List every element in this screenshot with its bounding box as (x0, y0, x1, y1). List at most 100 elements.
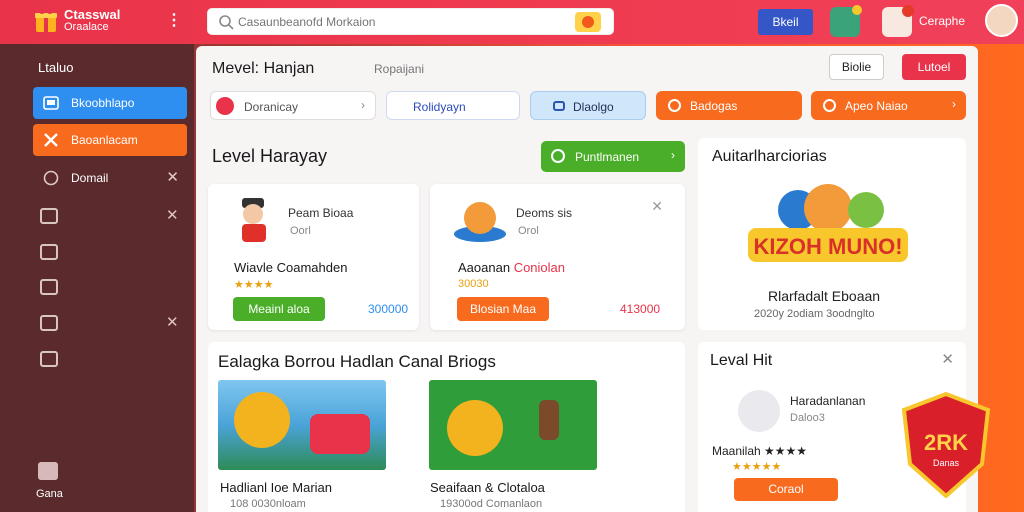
featured-name: Rlarfadalt Eboaan (768, 288, 881, 304)
section-title: Level Harayay (212, 146, 328, 166)
message-avatar[interactable] (882, 5, 914, 37)
close-icon[interactable]: ✕ (166, 168, 179, 186)
primary-button[interactable]: Lutoel (902, 54, 966, 80)
card-name: Deoms sis (516, 206, 573, 220)
rating-stars: 30030 (458, 278, 489, 290)
page-subtitle: Ropaijani (374, 62, 425, 76)
bag-icon[interactable] (40, 208, 58, 224)
card-icon[interactable] (40, 315, 58, 331)
hammer-icon[interactable]: ✕ (166, 313, 179, 331)
price: 413000 (620, 302, 661, 316)
filter-dot-icon (216, 97, 234, 115)
filter-label: Apeo Naiao (845, 99, 908, 113)
filter-label: Rolidyayn (413, 100, 466, 114)
box-icon[interactable] (40, 351, 58, 367)
featured-title: Auitarlharciorias (712, 148, 827, 165)
sidebar-item-label: Baoanlacam (71, 133, 138, 147)
kebab-menu-icon[interactable]: ⋮ (166, 10, 182, 30)
notification-badge (852, 5, 862, 15)
rating-stars: ★★★★★ (732, 461, 782, 473)
clock-icon (823, 99, 836, 112)
player-meta: Daloo3 (790, 412, 825, 424)
game-logo-art[interactable]: KIZOH MUNO! (748, 178, 908, 276)
sidebar-bottom-label: Gana (36, 488, 63, 500)
filter-chip[interactable]: Dlaolgo (530, 91, 646, 120)
page-title: Mevel: Hanjan (212, 60, 315, 77)
thumbnail-meta: 19300od Comanlaon (440, 498, 543, 510)
gift-box-logo-icon[interactable] (34, 7, 58, 33)
thumbnail-art (234, 392, 370, 454)
sidebar-item-1[interactable]: Bkoobhlapo (33, 87, 187, 119)
chevron-right-icon: › (952, 97, 956, 111)
brand-line2: Oraalace (64, 21, 109, 33)
secondary-button[interactable]: Biolie (829, 54, 884, 80)
badge-icon (668, 99, 681, 112)
discount-shield-badge[interactable]: 2RK Danas (896, 392, 996, 498)
close-icon[interactable]: ✕ (651, 198, 663, 215)
play-button[interactable]: Meainl aloa (233, 297, 325, 321)
search-button[interactable] (575, 12, 601, 32)
card-name: Peam Bioaa (288, 206, 354, 220)
thumbnail-caption: Seaifaan & Clotaloa (430, 480, 545, 495)
top-bar: Ctasswal Oraalace ⋮ Bkeil Ceraphe (0, 0, 1024, 44)
close-icon[interactable]: ✕ (941, 350, 954, 368)
buy-button[interactable]: Blosian Maa (457, 297, 549, 321)
brand-name: Ctasswal Oraalace (64, 7, 121, 33)
player-name: Haradanlanan (790, 394, 866, 408)
badge-subtext: Danas (933, 458, 960, 468)
badge-text: 2RK (924, 430, 968, 455)
user-avatar[interactable] (985, 4, 1018, 37)
filter-label: Badogas (690, 99, 738, 113)
card-title: Aaoanan Coniolan (458, 260, 565, 275)
player-avatar[interactable] (738, 390, 780, 432)
search-bar (207, 8, 614, 35)
featured-panel: Auitarlharciorias KIZOH MUNO! Rlarfadalt… (698, 138, 966, 330)
thumbnail-field[interactable] (429, 380, 597, 470)
thumbnail-beach[interactable] (218, 380, 386, 470)
chat-icon (43, 170, 59, 186)
brand-line1: Ctasswal (64, 7, 121, 22)
username[interactable]: Ceraphe (919, 14, 965, 28)
card-meta: Orol (518, 225, 539, 237)
main-panel: Mevel: Hanjan Ropaijani Biolie Lutoel Do… (196, 46, 978, 512)
ring-icon (551, 149, 565, 163)
header-blue-button[interactable]: Bkeil (758, 9, 813, 35)
tag-icon (553, 101, 565, 111)
green-cta-button[interactable]: Puntlmanen › (541, 141, 685, 172)
game-card[interactable]: Peam Bioaa Oorl Wiavle Coamahden ★★★★ Me… (208, 184, 419, 330)
thumbnail-art (447, 400, 559, 456)
filter-chip[interactable]: Rolidyayn (386, 91, 520, 120)
promo-list-title: Ealagka Borrou Hadlan Canal Briogs (218, 352, 496, 371)
message-badge (902, 5, 914, 17)
price: 300000 (368, 302, 409, 316)
chevron-right-icon: › (361, 98, 365, 112)
sidebar-item-3[interactable]: Domail ✕ (33, 162, 187, 194)
filter-label: Doranicay (244, 100, 299, 114)
game-card[interactable]: ✕ Deoms sis Orol Aaoanan Coniolan 30030 … (430, 184, 685, 330)
character-art (454, 202, 506, 242)
promo-list-panel: Ealagka Borrou Hadlan Canal Briogs Hadli… (208, 342, 685, 512)
player-row: Maanilah ★★★★ (712, 444, 808, 458)
featured-meta: 2020y 2odiam 3oodnglto (754, 308, 875, 320)
close-icon (44, 133, 58, 147)
filter-chip[interactable]: Apeo Naiao › (811, 91, 966, 120)
game-logo-text: KIZOH MUNO! (753, 234, 902, 259)
sidebar: Ltaluo Bkoobhlapo Baoanlacam Domail ✕ ✕ … (0, 44, 194, 512)
filter-label: Dlaolgo (573, 100, 614, 114)
close-icon[interactable]: ✕ (166, 206, 179, 224)
character-art (242, 198, 266, 242)
sidebar-item-label: Bkoobhlapo (71, 96, 135, 110)
search-input[interactable] (238, 13, 568, 31)
search-icon (219, 15, 234, 30)
filter-dropdown[interactable]: Doranicay › (210, 91, 376, 120)
panel-action-button[interactable]: Coraol (734, 478, 838, 501)
filter-chip[interactable]: Badogas (656, 91, 802, 120)
card-title-b: Coniolan (513, 260, 566, 275)
card-title: Wiavle Coamahden (234, 260, 348, 275)
camera-icon[interactable] (40, 279, 58, 295)
sidebar-item-2[interactable]: Baoanlacam (33, 124, 187, 156)
notification-avatar[interactable] (830, 5, 862, 37)
chevron-right-icon: › (671, 148, 675, 162)
gift-icon[interactable] (38, 462, 58, 480)
calendar-icon[interactable] (40, 244, 58, 260)
